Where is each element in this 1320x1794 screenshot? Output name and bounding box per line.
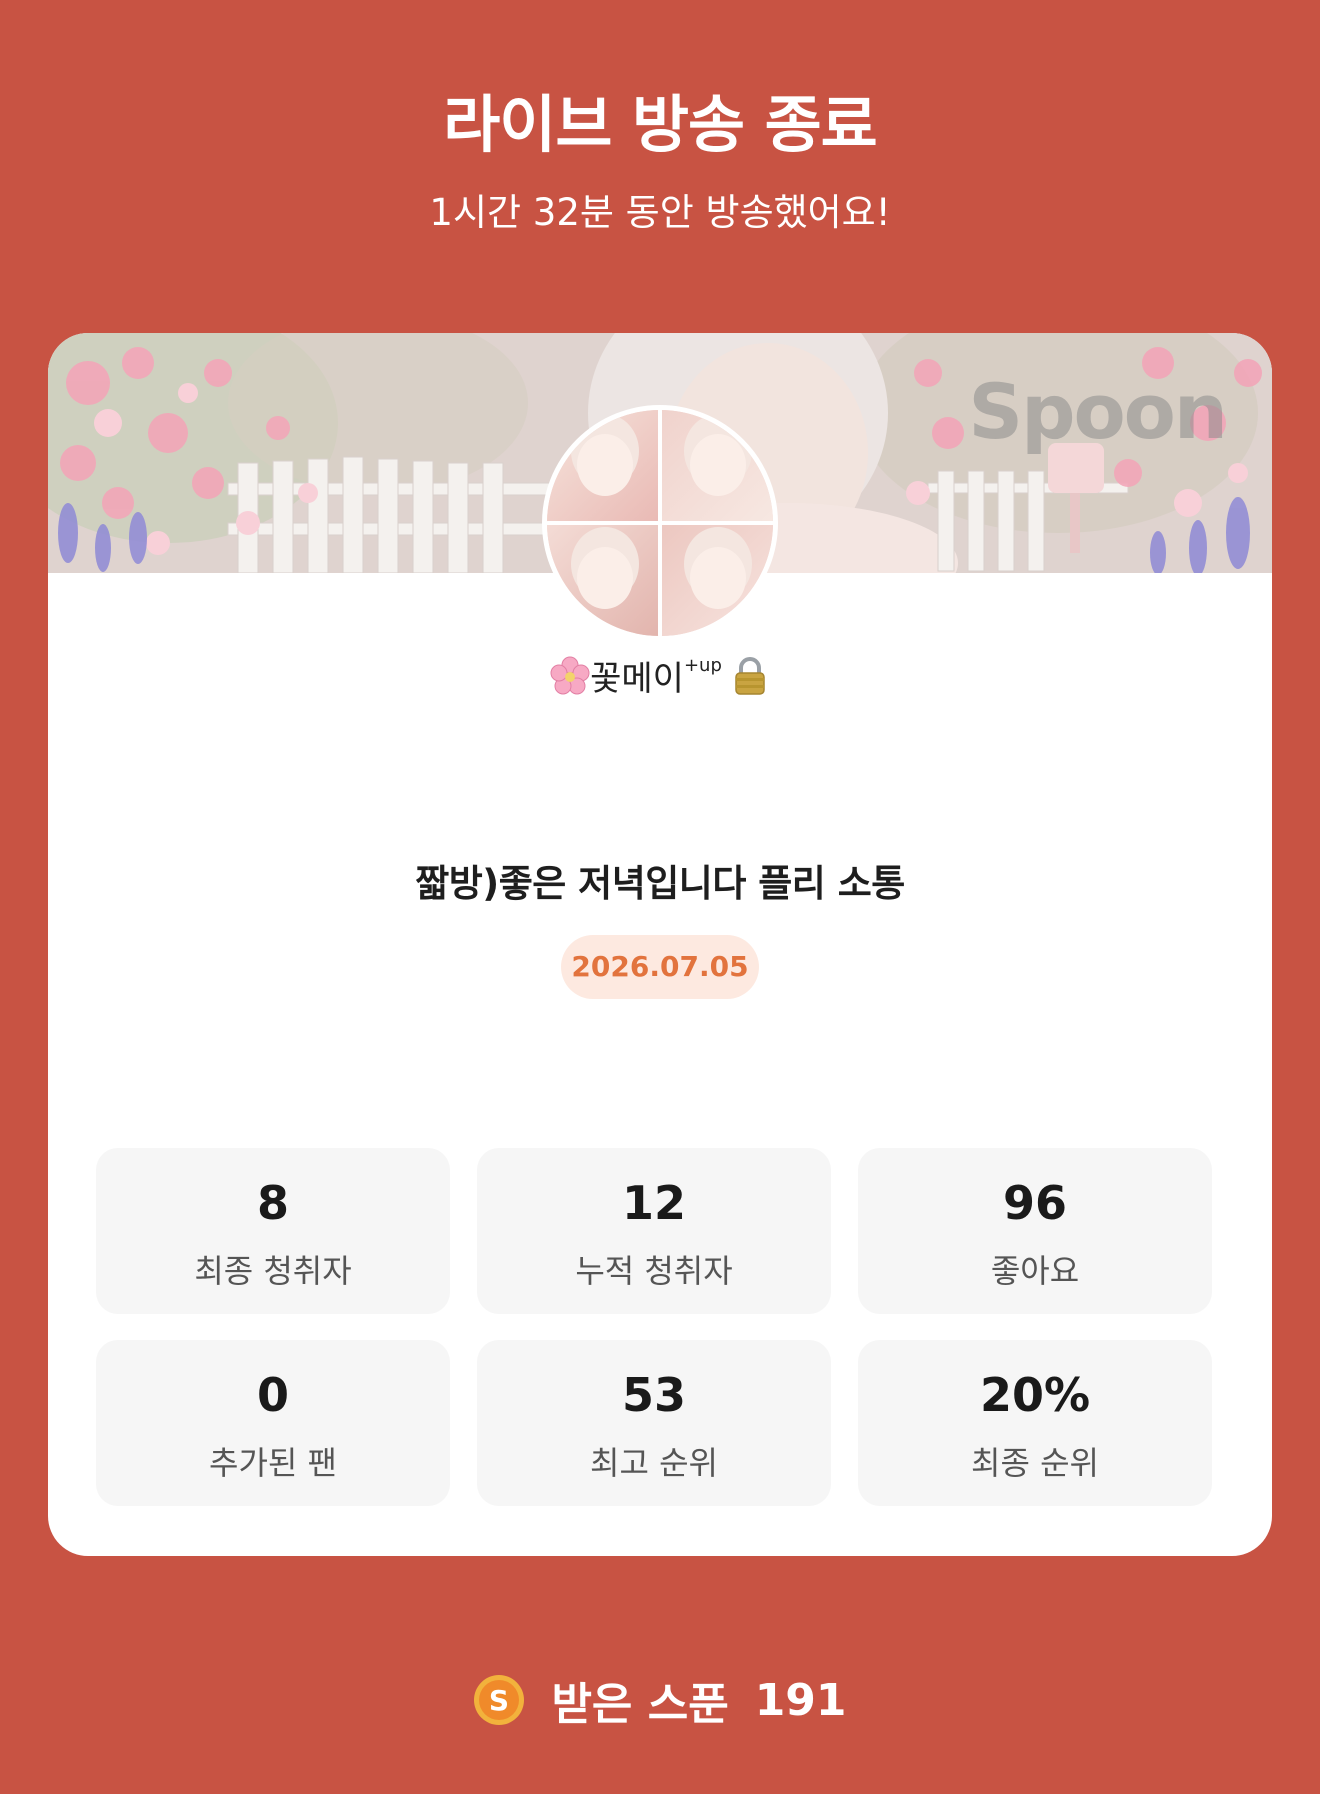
stat-label: 최고 순위 (590, 1444, 718, 1482)
nickname-suffix: +up (683, 655, 722, 676)
stat-value: 53 (621, 1368, 686, 1422)
spoons-received: S 받은 스푼 191 (0, 1670, 1320, 1730)
spoon-coin-icon: S (473, 1674, 525, 1726)
stat-value: 12 (621, 1176, 686, 1230)
lock-icon (730, 656, 770, 696)
stat-value: 0 (256, 1368, 289, 1422)
date-badge: 2026.07.05 (561, 935, 759, 999)
avatar-photo-2 (660, 410, 773, 523)
stat-final-rank: 20% 최종 순위 (858, 1340, 1212, 1506)
stat-label: 최종 청취자 (194, 1252, 352, 1290)
broadcast-duration: 1시간 32분 동안 방송했어요! (429, 191, 891, 234)
stat-label: 추가된 팬 (209, 1444, 337, 1482)
nickname: 꽃메이 +up (48, 651, 1272, 700)
stat-new-fans: 0 추가된 팬 (96, 1340, 450, 1506)
avatar-photo-1 (547, 410, 660, 523)
stat-value: 20% (979, 1368, 1091, 1422)
spoons-label: 받은 스푼 (551, 1679, 729, 1730)
stat-best-rank: 53 최고 순위 (477, 1340, 831, 1506)
nickname-text: 꽃메이 (590, 659, 684, 699)
stat-label: 최종 순위 (971, 1444, 1099, 1482)
svg-text:S: S (489, 1684, 509, 1717)
stat-final-listeners: 8 최종 청취자 (96, 1148, 450, 1314)
avatar-photo-4 (660, 523, 773, 636)
stat-value: 96 (1002, 1176, 1067, 1230)
stat-value: 8 (256, 1176, 289, 1230)
stat-label: 좋아요 (990, 1252, 1080, 1290)
avatar[interactable] (542, 405, 778, 641)
spoon-watermark: Spoon (968, 367, 1228, 456)
stat-label: 누적 청취자 (575, 1252, 733, 1290)
spoons-value: 191 (754, 1674, 847, 1726)
broadcast-summary-card: Spoon 꽃메이 +up 짧방)좋은 저녁입니다 플리 소통 2026.07.… (48, 333, 1272, 1556)
broadcast-title: 짧방)좋은 저녁입니다 플리 소통 (415, 862, 905, 905)
stat-total-listeners: 12 누적 청취자 (477, 1148, 831, 1314)
avatar-photo-3 (547, 523, 660, 636)
cherry-blossom-icon (550, 656, 590, 696)
stat-likes: 96 좋아요 (858, 1148, 1212, 1314)
page-title: 라이브 방송 종료 (443, 88, 877, 161)
